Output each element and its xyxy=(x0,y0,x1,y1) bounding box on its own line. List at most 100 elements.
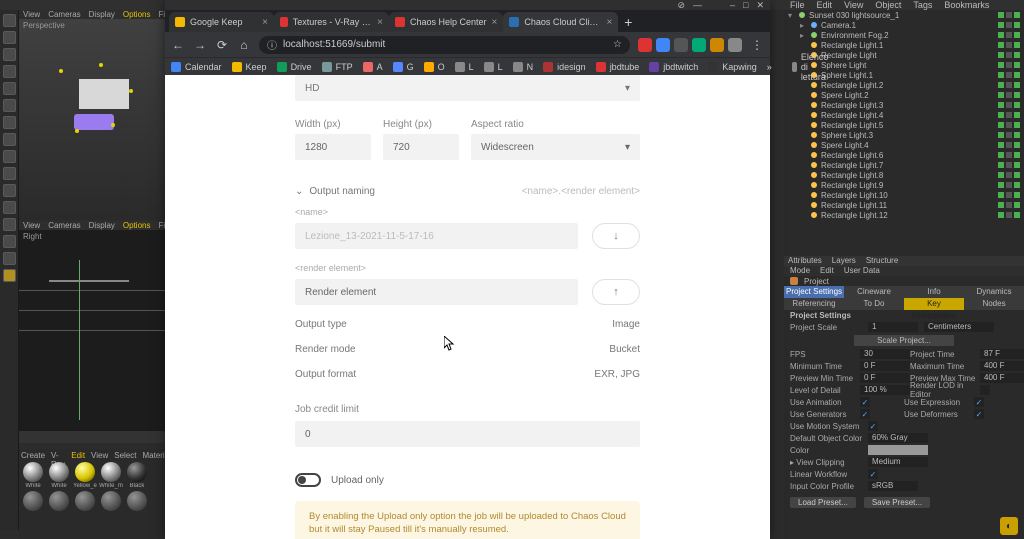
bookmark-item[interactable]: Keep xyxy=(232,62,267,72)
projtime-value[interactable]: 87 F xyxy=(980,349,1024,359)
object-row[interactable]: ▸Environment Fog.2 xyxy=(784,30,1024,40)
object-row[interactable]: Rectangle Light.8 xyxy=(784,170,1024,180)
extension-icon[interactable] xyxy=(728,38,742,52)
viewport-menu-item[interactable]: View xyxy=(23,221,40,230)
bookmark-item[interactable]: Calendar xyxy=(171,62,222,72)
material-menu-item[interactable]: Create xyxy=(21,451,45,460)
bookmark-item[interactable]: L xyxy=(484,62,503,72)
prevmin-value[interactable]: 0 F xyxy=(860,373,910,383)
attr-subtab[interactable]: User Data xyxy=(844,266,880,276)
window-new-icon[interactable]: ⊘ xyxy=(677,0,685,11)
bookmark-item[interactable]: A xyxy=(363,62,383,72)
chevron-down-icon[interactable]: ⌄ xyxy=(295,186,303,197)
forward-button[interactable]: → xyxy=(193,38,207,52)
object-row[interactable]: Spere Light.4 xyxy=(784,140,1024,150)
proj-tab[interactable]: Referencing xyxy=(784,298,844,310)
c4d-tool-strip[interactable] xyxy=(0,10,19,530)
object-row[interactable]: Rectangle Light.1 xyxy=(784,40,1024,50)
attribute-manager[interactable]: AttributesLayersStructure ModeEditUser D… xyxy=(784,256,1024,539)
viewport-menu-item[interactable]: Display xyxy=(89,221,115,230)
object-row[interactable]: ▸Camera.1 xyxy=(784,20,1024,30)
chrome-menu-icon[interactable]: ⋮ xyxy=(750,38,764,52)
bookmark-item[interactable]: Kapwing xyxy=(708,62,757,72)
c4d-right-menubar[interactable]: File Edit View Object Tags Bookmarks xyxy=(784,0,1024,10)
reading-list[interactable]: Elenco di lettura xyxy=(792,52,834,82)
bookmark-item[interactable]: jbdtwitch xyxy=(649,62,698,72)
c4d-menu-item[interactable]: Bookmarks xyxy=(944,0,989,10)
c4d-menu-item[interactable]: Object xyxy=(875,0,901,10)
height-input[interactable]: 720 xyxy=(383,134,459,160)
aspect-select[interactable]: Widescreen▾ xyxy=(471,134,640,160)
move-up-button[interactable]: ↑ xyxy=(592,279,640,305)
back-button[interactable]: ← xyxy=(171,38,185,52)
bookmark-item[interactable]: N xyxy=(513,62,534,72)
material-item[interactable]: White xyxy=(47,462,71,489)
url-field[interactable]: ⓘ localhost:51669/submit ☆ xyxy=(259,36,630,54)
material-manager[interactable]: CreateV-RayEditViewSelectMaterial WhiteW… xyxy=(19,449,165,539)
object-row[interactable]: Rectangle Light.4 xyxy=(784,110,1024,120)
extension-icon[interactable] xyxy=(692,38,706,52)
extension-icon[interactable] xyxy=(656,38,670,52)
save-preset-button[interactable]: Save Preset... xyxy=(864,497,930,508)
site-info-icon[interactable]: ⓘ xyxy=(267,37,277,52)
material-menu-item[interactable]: V-Ray xyxy=(51,451,65,460)
bookmark-item[interactable]: idesign xyxy=(543,62,586,72)
home-button[interactable]: ⌂ xyxy=(237,38,251,52)
new-tab-button[interactable]: + xyxy=(618,12,638,32)
reload-button[interactable]: ⟳ xyxy=(215,38,229,52)
viewport-menu-item[interactable]: Options xyxy=(123,221,151,230)
object-row[interactable]: Rectangle Light.5 xyxy=(784,120,1024,130)
c4d-menu-item[interactable]: View xyxy=(844,0,863,10)
render-element-input[interactable]: Render element xyxy=(295,279,578,305)
tab-close-icon[interactable]: × xyxy=(262,17,268,28)
proj-tab[interactable]: Key Interpolation xyxy=(904,298,964,310)
viewport-right[interactable]: ViewCamerasDisplayOptionsFilterPanel Rig… xyxy=(19,221,165,431)
c4d-menu-item[interactable]: Edit xyxy=(817,0,833,10)
proj-tab[interactable]: Project Settings xyxy=(784,286,844,298)
object-row[interactable]: Rectangle Light.3 xyxy=(784,100,1024,110)
window-minimize-icon[interactable]: – xyxy=(730,0,735,10)
bookmarks-overflow[interactable]: » xyxy=(767,62,772,72)
icp-value[interactable]: sRGB xyxy=(868,481,918,491)
viewport-menu-item[interactable]: Options xyxy=(123,10,151,19)
bookmark-item[interactable]: O xyxy=(424,62,445,72)
tab-close-icon[interactable]: × xyxy=(492,17,498,28)
c4d-menu-item[interactable]: File xyxy=(790,0,805,10)
object-row[interactable]: Rectangle Light.10 xyxy=(784,190,1024,200)
mot-check[interactable] xyxy=(868,421,878,431)
extension-icon[interactable] xyxy=(638,38,652,52)
object-row[interactable]: Rectangle Light.9 xyxy=(784,180,1024,190)
object-manager[interactable]: ▾Sunset 030 lightsource_1▸Camera.1▸Envir… xyxy=(784,10,1024,256)
c4d-timeline[interactable] xyxy=(19,431,165,443)
c4d-menu-item[interactable]: Tags xyxy=(913,0,932,10)
browser-tab[interactable]: Textures - V-Ray 5 for Cin× xyxy=(274,12,389,32)
attr-tab[interactable]: Structure xyxy=(866,256,898,266)
proj-tab[interactable]: Nodes xyxy=(964,298,1024,310)
viewport-menu-item[interactable]: Cameras xyxy=(48,10,80,19)
load-preset-button[interactable]: Load Preset... xyxy=(790,497,856,508)
viewport-perspective[interactable]: ViewCamerasDisplayOptionsFilterPanel Per… xyxy=(19,10,165,220)
maxtime-value[interactable]: 400 F xyxy=(980,361,1024,371)
bookmark-item[interactable]: L xyxy=(455,62,474,72)
extension-icon[interactable] xyxy=(710,38,724,52)
attr-tab[interactable]: Attributes xyxy=(788,256,822,266)
width-input[interactable]: 1280 xyxy=(295,134,371,160)
material-item[interactable]: Black xyxy=(125,462,149,489)
material-menu-item[interactable]: View xyxy=(91,451,108,460)
scale-project-button[interactable]: Scale Project... xyxy=(854,335,954,346)
object-row[interactable]: Sphere Light.3 xyxy=(784,130,1024,140)
viewport-menu-item[interactable]: Display xyxy=(89,10,115,19)
object-row[interactable]: Rectangle Light.6 xyxy=(784,150,1024,160)
browser-tab[interactable]: Chaos Help Center× xyxy=(389,12,503,32)
tool-selected-icon[interactable] xyxy=(3,269,16,282)
bookmark-star-icon[interactable]: ☆ xyxy=(613,39,622,50)
bookmark-item[interactable]: Drive xyxy=(277,62,312,72)
mintime-value[interactable]: 0 F xyxy=(860,361,910,371)
material-menu-item[interactable]: Select xyxy=(114,451,136,460)
vclip-value[interactable]: Medium xyxy=(868,457,928,467)
tab-close-icon[interactable]: × xyxy=(607,17,613,28)
anim-check[interactable] xyxy=(860,397,870,407)
object-row[interactable]: Rectangle Light.7 xyxy=(784,160,1024,170)
material-item[interactable]: White_m xyxy=(99,462,123,489)
bookmark-item[interactable]: FTP xyxy=(322,62,353,72)
